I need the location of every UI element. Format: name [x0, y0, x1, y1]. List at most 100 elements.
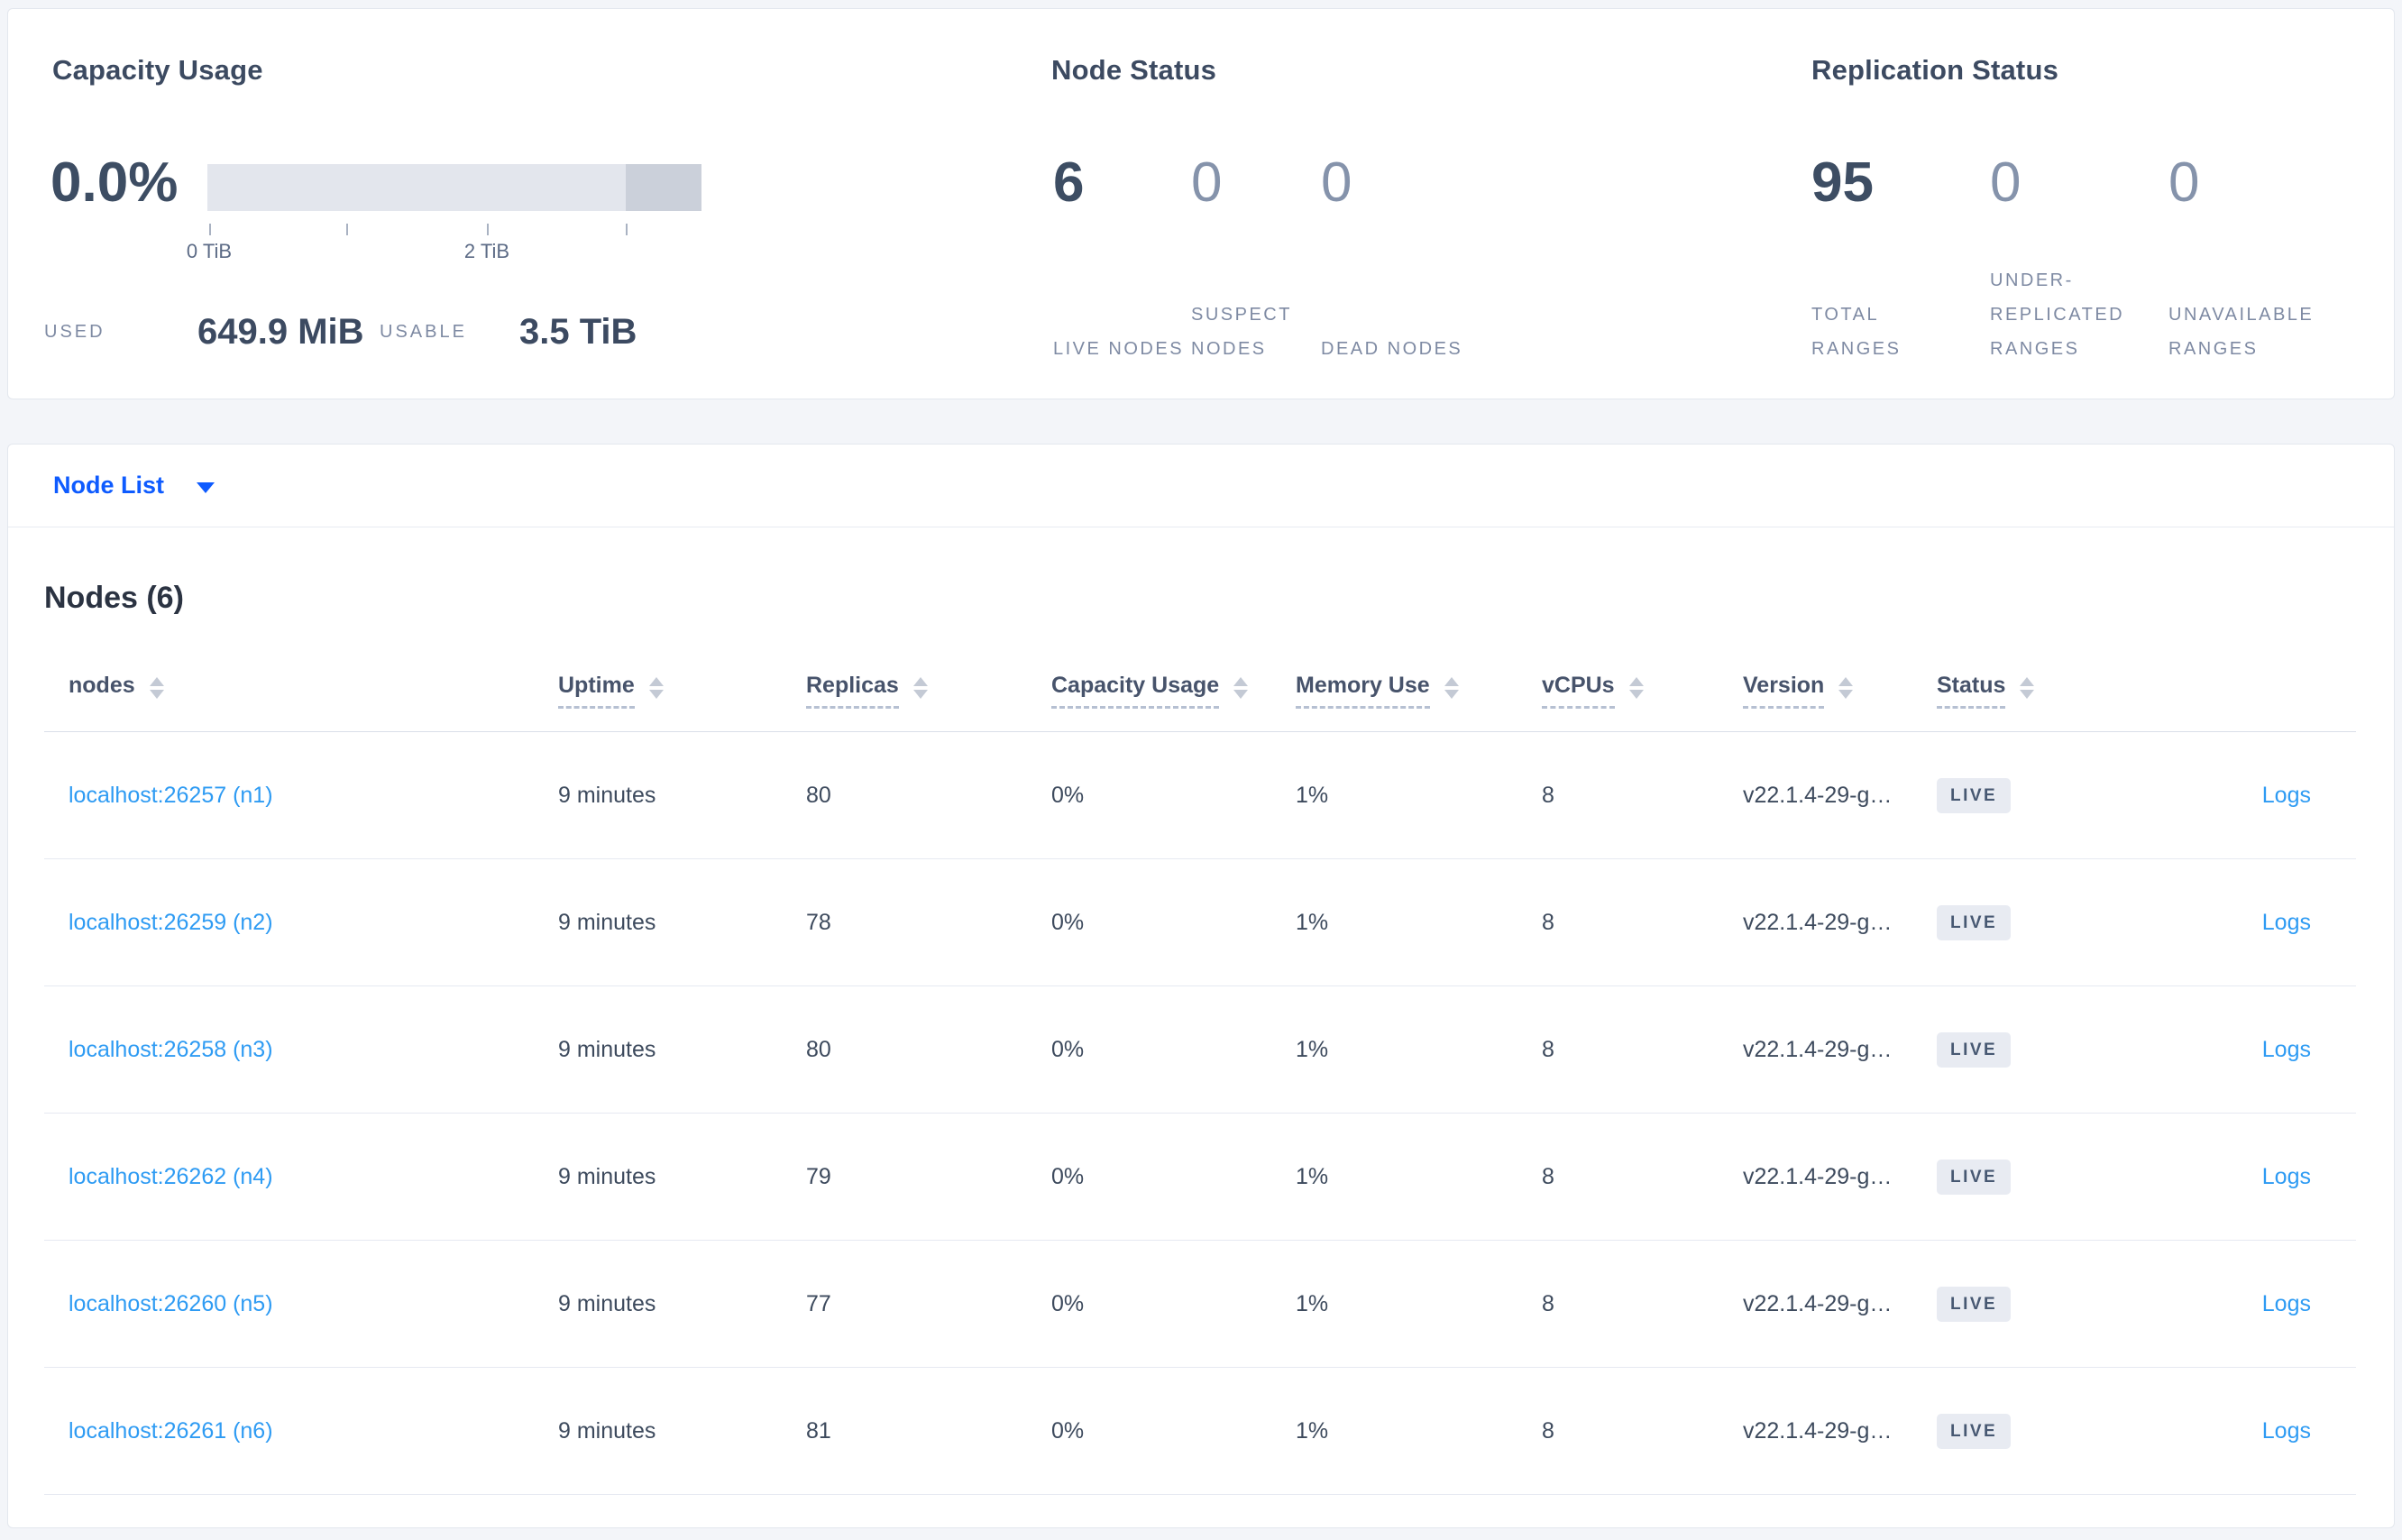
capacity-axis-tick	[209, 224, 211, 235]
status-badge: LIVE	[1937, 1413, 2012, 1449]
logs-link[interactable]: Logs	[2262, 1164, 2311, 1189]
stat-value: 0	[2168, 151, 2200, 214]
node-list-card: Node List Nodes (6) nodes Uptime Replicas C…	[7, 444, 2395, 1528]
stat-value: 0	[1321, 151, 1352, 214]
stat: 0 UNAVAILABLE RANGES	[2168, 9, 2389, 399]
node-cell: localhost:26257 (n1)	[44, 783, 558, 809]
capacity-usage-cell: 0%	[1051, 1290, 1085, 1316]
status-cell: LIVE	[1937, 1159, 2181, 1195]
memory-use-cell: 1%	[1296, 782, 1329, 808]
uptime-cell: 9 minutes	[558, 1163, 656, 1189]
capacity-bar	[207, 164, 701, 211]
capacity-usage-cell: 0%	[1051, 1163, 1085, 1189]
column-header-capacity-usage[interactable]: Capacity Usage	[1051, 673, 1296, 709]
sort-icon	[2020, 677, 2035, 699]
replicas-cell: 81	[806, 1417, 831, 1444]
capacity-used-row: USED 649.9 MiB USABLE 3.5 TiB	[8, 307, 820, 361]
logs-cell: Logs	[2181, 1418, 2356, 1444]
status-badge: LIVE	[1937, 1286, 2012, 1322]
status-badge: LIVE	[1937, 777, 2012, 813]
table-row: localhost:26260 (n5) 9 minutes 77 0% 1% 8 v22.…	[44, 1241, 2356, 1368]
version-cell: v22.1.4-29-g…	[1743, 1163, 1893, 1189]
logs-link[interactable]: Logs	[2262, 1291, 2311, 1316]
column-header-label: Memory Use	[1296, 673, 1430, 709]
uptime-cell: 9 minutes	[558, 1417, 656, 1444]
logs-link[interactable]: Logs	[2262, 1037, 2311, 1062]
sort-icon	[1444, 677, 1459, 699]
version-cell: v22.1.4-29-g…	[1743, 1290, 1893, 1316]
column-header-label: Version	[1743, 673, 1825, 709]
stat-value: 0	[1191, 151, 1223, 214]
stat: 95 TOTAL RANGES	[1811, 9, 1969, 399]
node-cell: localhost:26260 (n5)	[44, 1291, 558, 1317]
capacity-usage-title: Capacity Usage	[52, 54, 263, 86]
vcpus-cell: 8	[1542, 1417, 1554, 1444]
node-link[interactable]: localhost:26259 (n2)	[69, 910, 273, 935]
cluster-summary-card: Capacity Usage 0.0% 0 TiB 2 TiB USED 649…	[7, 8, 2395, 399]
table-header-row: nodes Uptime Replicas Capacity Usage Memory …	[44, 650, 2356, 732]
version-cell: v22.1.4-29-g…	[1743, 782, 1893, 808]
node-link[interactable]: localhost:26261 (n6)	[69, 1418, 273, 1444]
nodes-section-title: Nodes (6)	[44, 581, 184, 615]
column-header-vcpus[interactable]: vCPUs	[1542, 673, 1743, 709]
capacity-usage-cell: 0%	[1051, 909, 1085, 935]
replicas-cell: 80	[806, 1036, 831, 1062]
nodes-table: nodes Uptime Replicas Capacity Usage Memory …	[44, 650, 2356, 1495]
version-cell: v22.1.4-29-g…	[1743, 1036, 1893, 1062]
version-cell: v22.1.4-29-g…	[1743, 909, 1893, 935]
status-badge: LIVE	[1937, 904, 2012, 940]
status-cell: LIVE	[1937, 777, 2181, 813]
node-link[interactable]: localhost:26262 (n4)	[69, 1164, 273, 1189]
chevron-down-icon	[197, 481, 215, 493]
vcpus-cell: 8	[1542, 1036, 1554, 1062]
node-link[interactable]: localhost:26260 (n5)	[69, 1291, 273, 1316]
memory-use-cell: 1%	[1296, 1417, 1329, 1444]
status-cell: LIVE	[1937, 1286, 2181, 1322]
stat: 0 SUSPECT NODES	[1191, 9, 1326, 399]
stat-label: TOTAL RANGES	[1811, 305, 1902, 359]
logs-link[interactable]: Logs	[2262, 1418, 2311, 1444]
stat: 6 LIVE NODES	[1053, 9, 1188, 399]
stat-value: 0	[1990, 151, 2022, 214]
logs-link[interactable]: Logs	[2262, 783, 2311, 808]
vcpus-cell: 8	[1542, 1290, 1554, 1316]
table-row: localhost:26257 (n1) 9 minutes 80 0% 1% 8 v22.…	[44, 732, 2356, 859]
vcpus-cell: 8	[1542, 782, 1554, 808]
memory-use-cell: 1%	[1296, 909, 1329, 935]
capacity-usage-cell: 0%	[1051, 1036, 1085, 1062]
stat: 0 DEAD NODES	[1321, 9, 1474, 399]
capacity-axis-label-0: 0 TiB	[186, 240, 233, 262]
column-header-label: Capacity Usage	[1051, 673, 1220, 709]
sort-icon	[912, 677, 928, 699]
status-cell: LIVE	[1937, 1031, 2181, 1068]
node-link[interactable]: localhost:26257 (n1)	[69, 783, 273, 808]
stat-label: LIVE NODES	[1053, 339, 1185, 359]
capacity-percent-value: 0.0%	[50, 151, 179, 214]
node-list-selector[interactable]: Node List	[8, 445, 2394, 527]
column-header-label: Replicas	[806, 673, 899, 709]
replicas-cell: 77	[806, 1290, 831, 1316]
replicas-cell: 78	[806, 909, 831, 935]
node-link[interactable]: localhost:26258 (n3)	[69, 1037, 273, 1062]
vcpus-cell: 8	[1542, 1163, 1554, 1189]
node-cell: localhost:26261 (n6)	[44, 1418, 558, 1444]
stat-label: DEAD NODES	[1321, 339, 1463, 359]
column-header-version[interactable]: Version	[1743, 673, 1937, 709]
column-header-uptime[interactable]: Uptime	[558, 673, 806, 709]
column-header-nodes[interactable]: nodes	[44, 673, 558, 709]
column-header-replicas[interactable]: Replicas	[806, 673, 1051, 709]
table-row: localhost:26262 (n4) 9 minutes 79 0% 1% 8 v22.…	[44, 1114, 2356, 1241]
column-header-label: vCPUs	[1542, 673, 1615, 709]
uptime-cell: 9 minutes	[558, 1036, 656, 1062]
logs-link[interactable]: Logs	[2262, 910, 2311, 935]
version-cell: v22.1.4-29-g…	[1743, 1417, 1893, 1444]
column-header-memory-use[interactable]: Memory Use	[1296, 673, 1542, 709]
uptime-cell: 9 minutes	[558, 1290, 656, 1316]
used-label: USED	[44, 322, 105, 342]
sort-icon	[1233, 677, 1249, 699]
capacity-usage-cell: 0%	[1051, 1417, 1085, 1444]
memory-use-cell: 1%	[1296, 1163, 1329, 1189]
status-badge: LIVE	[1937, 1031, 2012, 1068]
column-header-status[interactable]: Status	[1937, 673, 2181, 709]
replicas-cell: 80	[806, 782, 831, 808]
